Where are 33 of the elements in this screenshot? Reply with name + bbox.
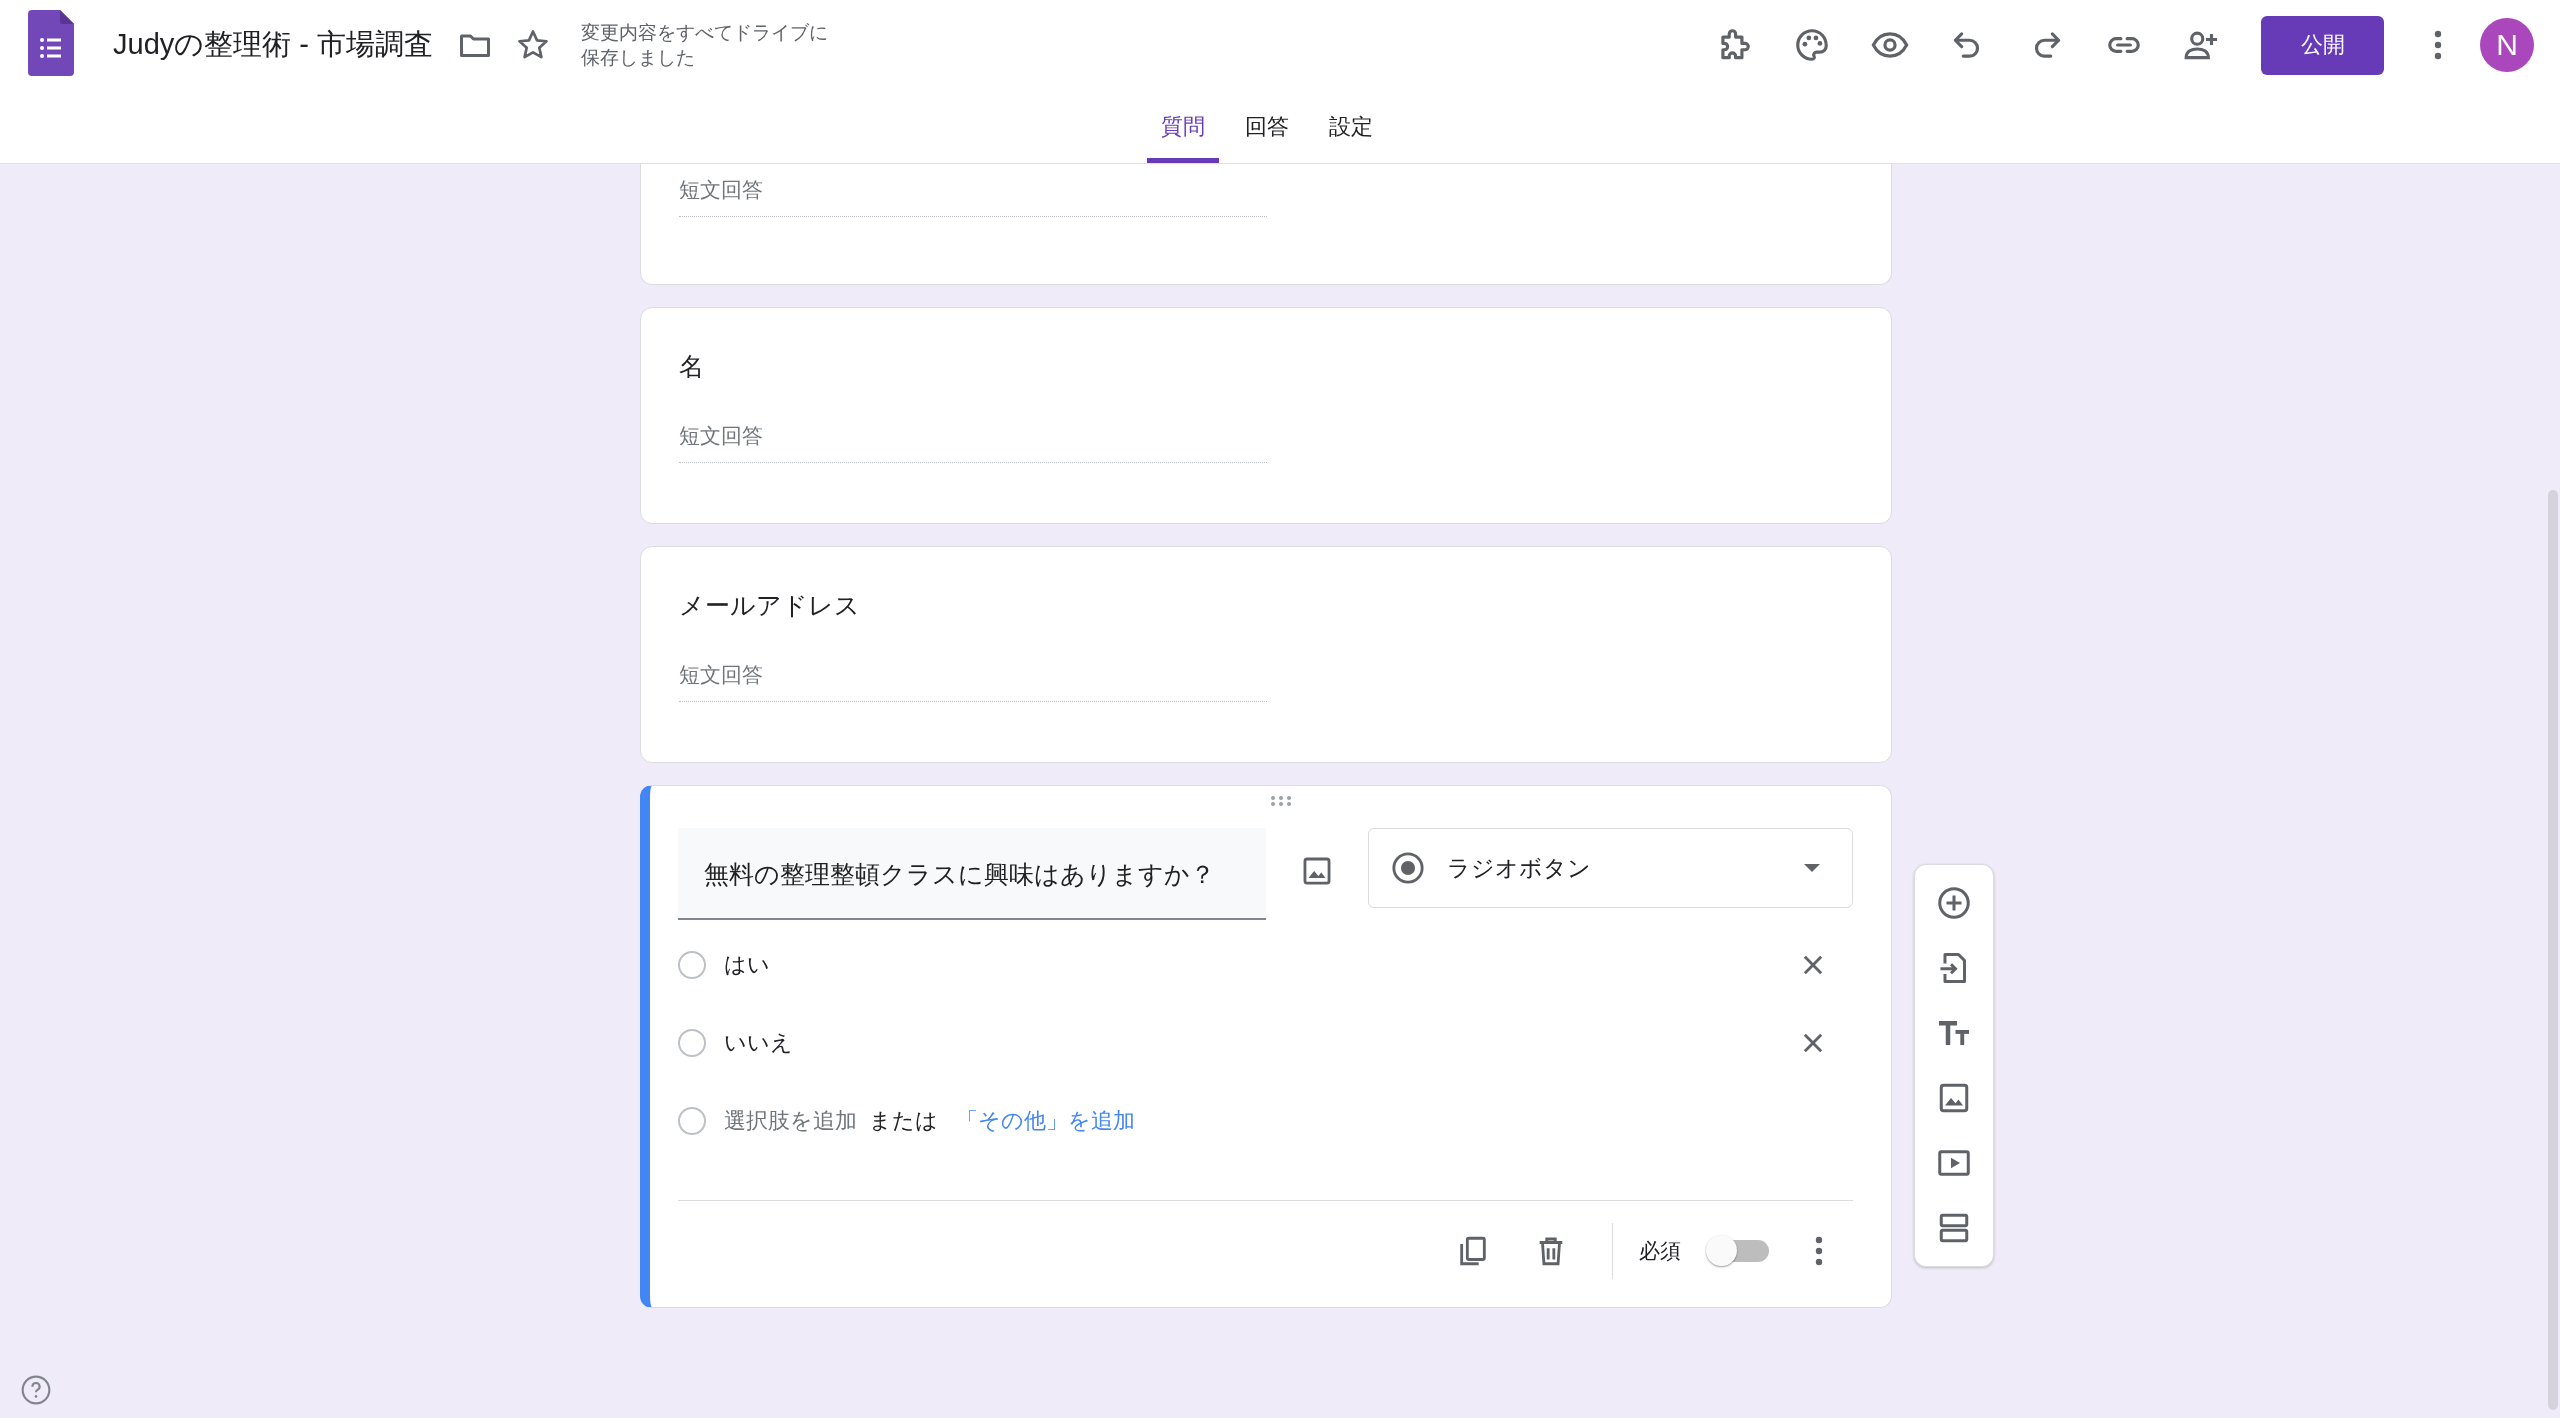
publish-button[interactable]: 公開 <box>2261 15 2384 75</box>
radio-selected-icon <box>1391 851 1425 885</box>
help-icon[interactable] <box>20 1374 52 1406</box>
radio-button[interactable] <box>678 951 706 979</box>
question-title: 名 <box>679 351 705 382</box>
question-type-dropdown[interactable]: ラジオボタン <box>1368 828 1853 908</box>
more-icon[interactable] <box>1815 1236 1823 1266</box>
question-type-label: ラジオボタン <box>1447 853 1592 883</box>
tab[interactable]: 回答 <box>1231 90 1303 163</box>
tab[interactable]: 設定 <box>1315 90 1387 163</box>
question-title-field[interactable]: 無料の整理整頓クラスに興味はありますか？ <box>678 828 1266 920</box>
drag-handle-icon[interactable] <box>1270 796 1292 806</box>
avatar[interactable]: N <box>2480 18 2534 72</box>
add-option-link[interactable]: 選択肢を追加 <box>724 1106 857 1136</box>
save-status: 変更内容をすべてドライブに保存しました <box>581 21 829 70</box>
short-answer-field: 短文回答 <box>679 176 1267 217</box>
form-title[interactable]: Judyの整理術 - 市場調査 <box>113 25 434 65</box>
more-icon[interactable] <box>2434 30 2442 60</box>
or-label: または <box>869 1107 938 1135</box>
forms-logo-icon[interactable] <box>28 10 74 76</box>
question-title: メールアドレス <box>679 590 861 621</box>
option-label[interactable]: いいえ <box>724 1028 1799 1058</box>
required-label: 必須 <box>1639 1238 1681 1264</box>
palette-icon[interactable] <box>1793 26 1831 64</box>
short-answer-field: 短文回答 <box>679 661 1267 702</box>
option-label[interactable]: はい <box>724 950 1799 980</box>
required-toggle[interactable] <box>1705 1234 1771 1268</box>
caret-icon <box>1804 864 1820 872</box>
short-answer-field: 短文回答 <box>679 422 1267 463</box>
radio-button[interactable] <box>678 1029 706 1057</box>
scrollbar[interactable] <box>2548 490 2558 1410</box>
add-other-link[interactable]: 「その他」を追加 <box>956 1106 1135 1136</box>
add-circle-icon[interactable] <box>1936 885 1972 921</box>
